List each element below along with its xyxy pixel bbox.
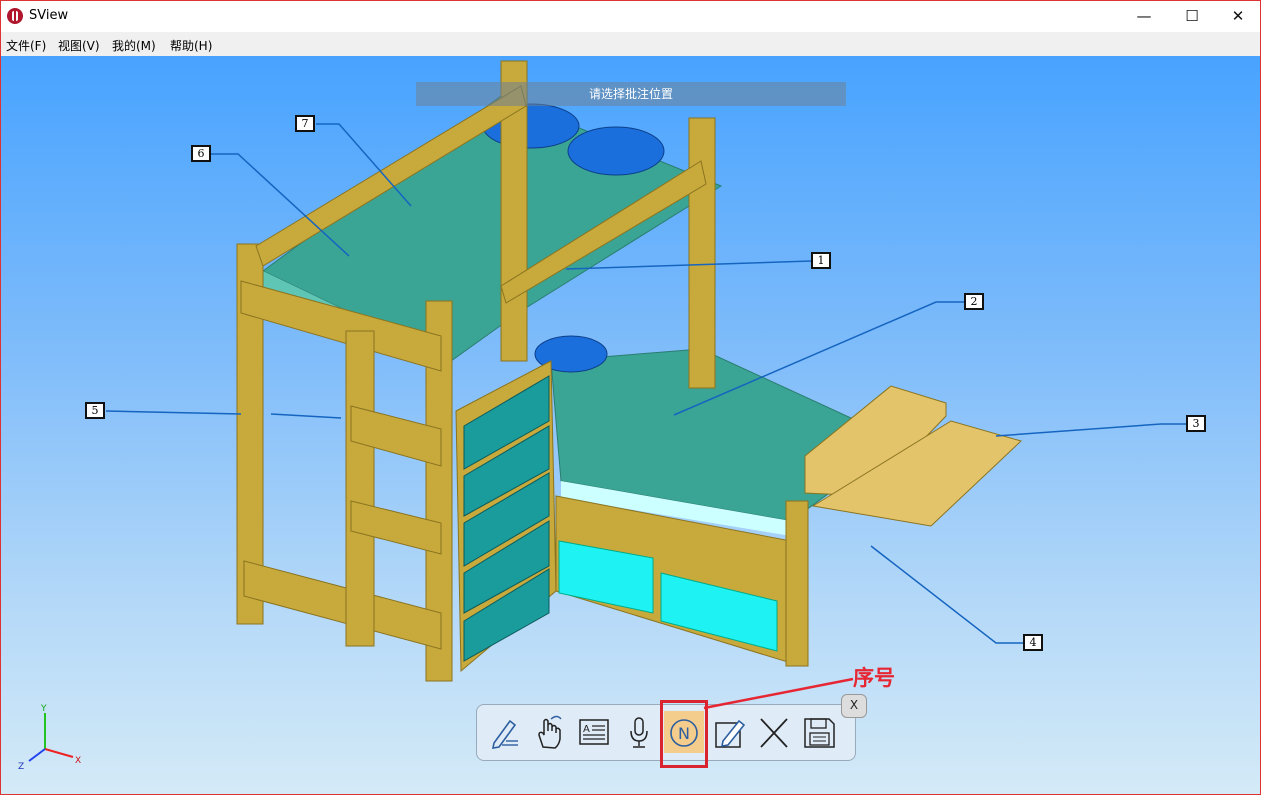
menu-view[interactable]: 视图(V) <box>58 37 100 54</box>
ladder-rail <box>345 330 375 647</box>
pillow-2 <box>567 126 665 176</box>
menu-bar: 文件(F) 视图(V) 我的(M) 帮助(H) <box>1 32 1260 56</box>
window-title: SView <box>29 8 69 23</box>
minimize-button[interactable]: — <box>1121 1 1167 32</box>
axis-x-label: X <box>75 756 81 766</box>
axis-y-label: Y <box>40 704 47 714</box>
menu-file[interactable]: 文件(F) <box>6 37 46 54</box>
annotation-hint-bar: 请选择批注位置 <box>416 82 846 106</box>
annotation-label: 序号 <box>853 666 895 690</box>
save-floppy-icon <box>804 718 835 748</box>
callout-4[interactable]: 4 <box>1023 634 1043 651</box>
3d-viewport[interactable]: 1 2 3 4 5 6 7 请选择批注位置 Y X Z A N X 序号 <box>1 56 1260 794</box>
menu-mine[interactable]: 我的(M) <box>112 37 156 54</box>
save-tool[interactable] <box>799 711 839 753</box>
edit-pencil-icon <box>715 719 746 748</box>
callout-2[interactable]: 2 <box>964 293 984 310</box>
callout-6[interactable]: 6 <box>191 145 211 162</box>
sview-window: SView — ☐ ✕ 文件(F) 视图(V) 我的(M) 帮助(H) 1 2 … <box>0 0 1261 795</box>
bunk-bed-model[interactable] <box>1 56 1260 794</box>
lower-front-rail <box>243 560 442 650</box>
delete-x-icon <box>760 718 788 748</box>
callout-3[interactable]: 3 <box>1186 415 1206 432</box>
voice-microphone-icon <box>630 717 648 748</box>
axis-triad: Y X Z <box>18 704 81 771</box>
text-annotation-icon: A <box>579 719 609 745</box>
close-button[interactable]: ✕ <box>1215 1 1261 32</box>
sview-logo-icon <box>7 8 23 24</box>
pen-annotation-icon <box>491 719 518 749</box>
desk-post <box>785 500 809 667</box>
gesture-tool[interactable] <box>529 711 569 753</box>
text-annotation-tool[interactable]: A <box>574 711 614 753</box>
edit-tool[interactable] <box>709 711 749 753</box>
back-right-post <box>688 117 716 389</box>
annotation-arrow <box>703 677 854 710</box>
voice-annotation-tool[interactable] <box>619 711 659 753</box>
callout-1[interactable]: 1 <box>811 252 831 269</box>
pen-annotation-tool[interactable] <box>484 711 524 753</box>
maximize-button[interactable]: ☐ <box>1169 1 1215 32</box>
callout-5[interactable]: 5 <box>85 402 105 419</box>
menu-help[interactable]: 帮助(H) <box>170 37 212 54</box>
gesture-hand-icon <box>538 715 562 749</box>
callout-7[interactable]: 7 <box>295 115 315 132</box>
title-bar: SView — ☐ ✕ <box>1 1 1260 32</box>
axis-z-label: Z <box>18 762 24 771</box>
delete-tool[interactable] <box>754 711 794 753</box>
svg-text:A: A <box>583 724 590 735</box>
